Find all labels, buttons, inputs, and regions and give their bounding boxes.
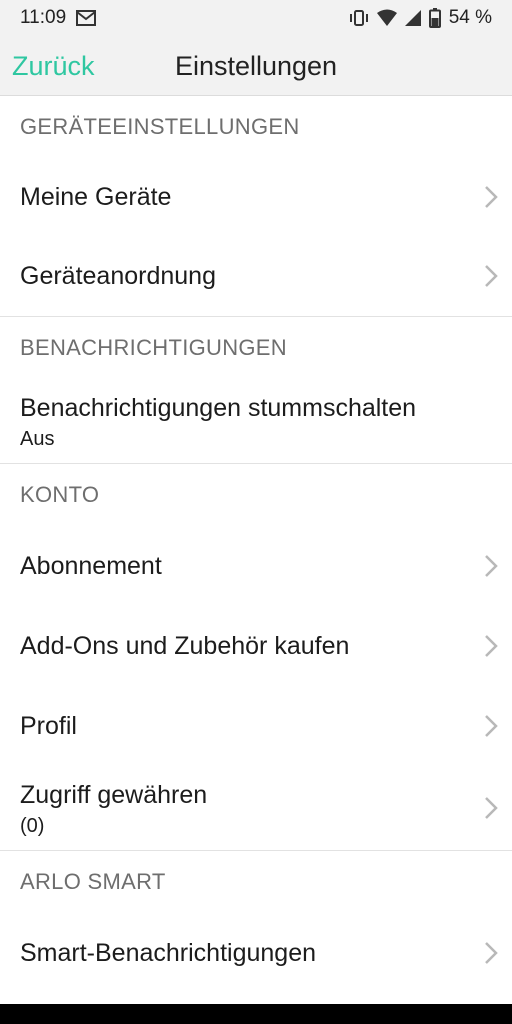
gmail-icon	[76, 10, 97, 26]
section-header-device-settings: GERÄTEEINSTELLUNGEN	[20, 114, 300, 139]
chevron-right-icon	[485, 265, 498, 287]
section-header-account: KONTO	[20, 482, 100, 507]
battery-percentage: 54 %	[448, 7, 492, 28]
battery-icon	[428, 8, 441, 28]
settings-item-value: (0)	[20, 815, 45, 837]
settings-item-label: Add-Ons und Zubehör kaufen	[20, 631, 350, 660]
settings-item-label: Zugriff gewähren	[20, 781, 208, 809]
chevron-right-icon	[485, 555, 498, 577]
section-header-notifications: BENACHRICHTIGUNGEN	[20, 335, 287, 360]
chevron-right-icon	[485, 186, 498, 208]
settings-item-label: Geräteanordnung	[20, 261, 216, 290]
section-header-arlo-smart: ARLO SMART	[20, 869, 166, 894]
chevron-right-icon	[485, 942, 498, 964]
settings-item-profile[interactable]: Profil	[0, 686, 512, 766]
settings-item-label: Abonnement	[20, 551, 162, 580]
settings-item-my-devices[interactable]: Meine Geräte	[0, 158, 512, 236]
status-time: 11:09	[20, 7, 67, 28]
settings-item-label: Smart-Benachrichtigungen	[20, 938, 316, 967]
vibrate-icon	[349, 9, 369, 27]
chevron-right-icon	[485, 715, 498, 737]
nav-bar: Einstellungen Zurück	[0, 36, 512, 96]
settings-item-label: Meine Geräte	[20, 182, 172, 211]
signal-icon	[404, 9, 421, 27]
system-navigation-bar	[0, 1004, 512, 1024]
settings-item-buy-addons[interactable]: Add-Ons und Zubehör kaufen	[0, 606, 512, 686]
settings-item-label: Profil	[20, 711, 77, 740]
settings-item-device-order[interactable]: Geräteanordnung	[0, 236, 512, 316]
chevron-right-icon	[485, 635, 498, 657]
settings-item-mute-notifications[interactable]: Benachrichtigungen stummschalten Aus	[0, 379, 512, 463]
chevron-right-icon	[485, 797, 498, 819]
status-right: 54 %	[349, 7, 492, 29]
back-button[interactable]: Zurück	[12, 36, 95, 96]
status-left: 11:09	[20, 7, 97, 29]
settings-item-label: Benachrichtigungen stummschalten	[20, 394, 417, 422]
settings-item-value: Aus	[20, 428, 55, 450]
status-bar: 11:09 54 %	[0, 0, 512, 36]
settings-item-smart-notifications[interactable]: Smart-Benachrichtigungen	[0, 913, 512, 993]
settings-list: GERÄTEEINSTELLUNGEN Meine Geräte Gerätea…	[0, 96, 512, 993]
settings-item-grant-access[interactable]: Zugriff gewähren (0)	[0, 766, 512, 850]
settings-item-subscription[interactable]: Abonnement	[0, 526, 512, 606]
wifi-icon	[376, 9, 397, 27]
